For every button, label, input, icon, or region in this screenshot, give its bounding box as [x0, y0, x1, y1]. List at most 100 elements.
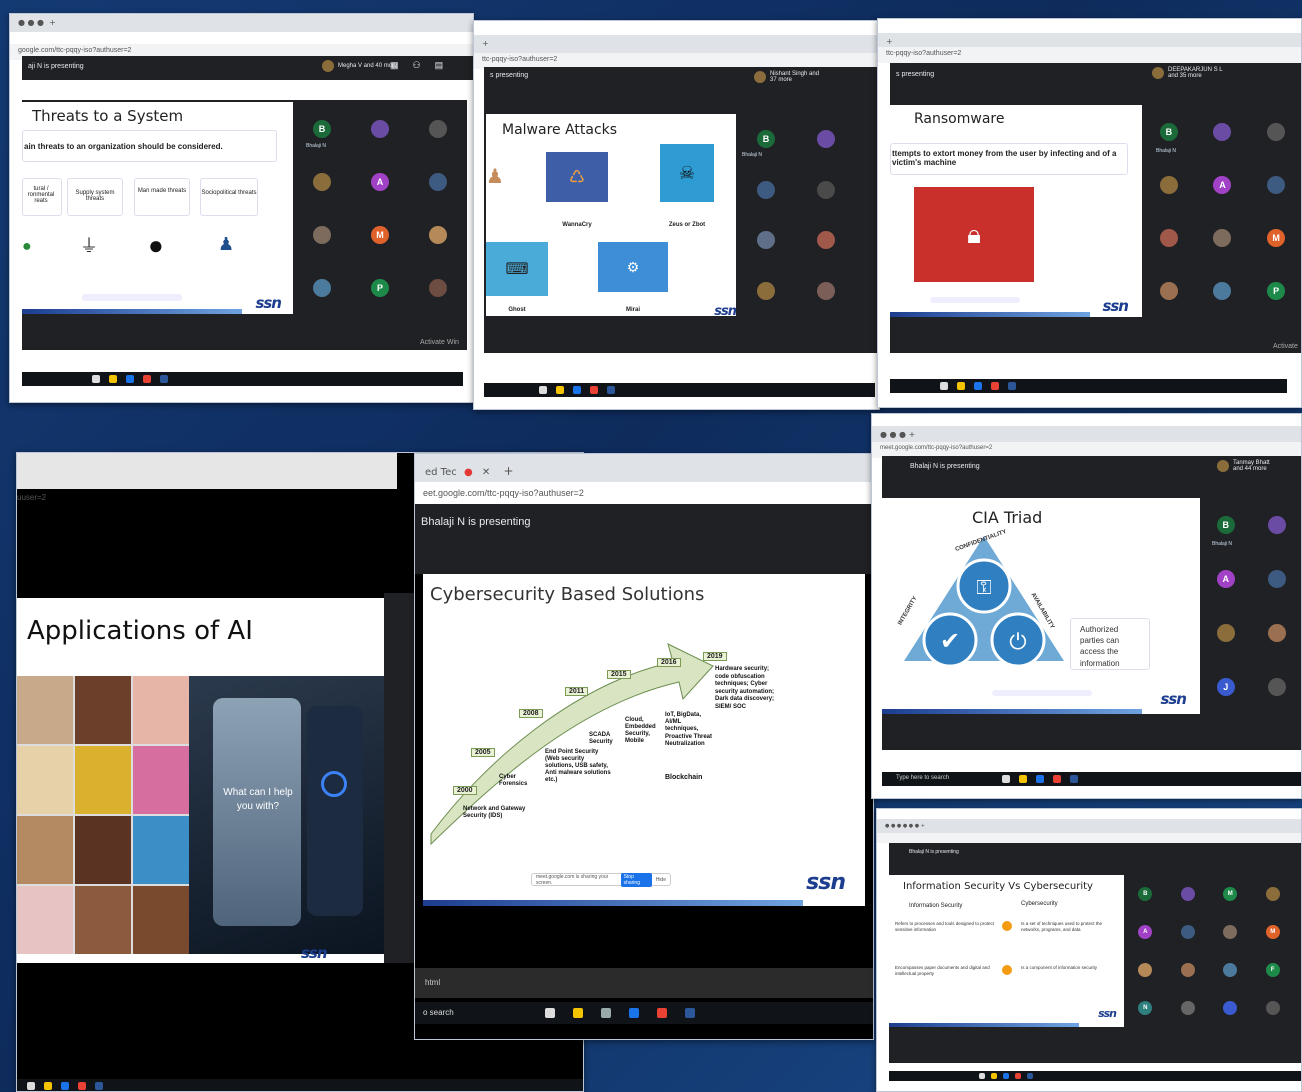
row-cell: Is a component of information security [1021, 965, 1098, 970]
participant-avatar[interactable] [429, 119, 447, 138]
screenshot-malware: + ttc-pqqy-iso?authuser=2 s presenting N… [473, 20, 880, 410]
participant-p-avatar[interactable]: P [1267, 281, 1286, 300]
tab-title[interactable]: ed Tec [425, 467, 457, 478]
participant-p-avatar[interactable]: P [371, 278, 389, 297]
timeline-item: IoT, BigData, AI/ML techniques, Proactiv… [665, 712, 713, 747]
participant-avatar[interactable] [1268, 624, 1287, 642]
participant-a-avatar[interactable]: A [1216, 570, 1235, 588]
screenshot-cybersecurity-solutions: ed Tec ● ✕ + eet.google.com/ttc-pqqy-iso… [414, 453, 874, 1040]
participant-avatar[interactable] [1223, 1001, 1238, 1015]
participant-m-avatar[interactable]: M [371, 225, 389, 244]
participant-m-avatar[interactable]: M [1223, 887, 1238, 901]
participant-avatar[interactable] [371, 119, 389, 138]
taskbar [484, 383, 875, 397]
participant-avatar[interactable] [1159, 228, 1178, 247]
participant-avatar[interactable] [1213, 281, 1232, 300]
participant-avatar[interactable] [757, 180, 775, 199]
participant-b-avatar[interactable]: B [1159, 122, 1178, 141]
participant-avatar[interactable] [817, 180, 835, 199]
slide-title: CIA Triad [972, 508, 1043, 527]
participant-avatar[interactable] [1180, 887, 1195, 901]
participant-avatar[interactable] [429, 172, 447, 191]
browser-tabbar[interactable]: ● ● ● + [10, 14, 473, 32]
participant-avatar[interactable] [1159, 281, 1178, 300]
participant-avatar[interactable] [313, 278, 331, 297]
participant-b-avatar[interactable]: B [1216, 516, 1235, 534]
address-bar[interactable]: uuser=2 [17, 493, 46, 502]
participant-avatar[interactable] [1213, 228, 1232, 247]
browser-tabbar[interactable]: ed Tec ● ✕ + [415, 454, 873, 482]
participant-avatar[interactable] [1267, 175, 1286, 194]
participant-f-avatar[interactable]: F [1265, 963, 1280, 977]
close-tab-icon[interactable]: ✕ [482, 467, 490, 478]
participant-b-avatar[interactable]: B [1138, 887, 1153, 901]
participant-avatar[interactable] [429, 225, 447, 244]
participant-avatar[interactable] [1180, 963, 1195, 977]
participant-a-avatar[interactable]: A [1138, 925, 1153, 939]
participant-avatar[interactable] [1138, 963, 1153, 977]
timeline-year: 2008 [519, 709, 543, 718]
participant-avatar[interactable] [817, 281, 835, 300]
participant-avatar[interactable] [313, 225, 331, 244]
svg-text:⏻: ⏻ [1009, 629, 1026, 654]
participant-m-avatar[interactable]: M [1267, 228, 1286, 247]
slide-title: Ransomware [914, 111, 1005, 127]
participant-avatar[interactable] [429, 278, 447, 297]
stop-sharing-button[interactable]: Stop sharing [620, 872, 652, 887]
participant-avatar[interactable] [1265, 887, 1280, 901]
participant-avatar[interactable] [1267, 122, 1286, 141]
participant-avatar[interactable] [1223, 925, 1238, 939]
participant-avatar[interactable] [313, 172, 331, 191]
participant-j-avatar[interactable]: J [1216, 678, 1235, 696]
search-box[interactable]: o search [423, 1008, 454, 1017]
timeline-item: Blockchain [665, 774, 703, 781]
participant-avatar[interactable] [1180, 1001, 1195, 1015]
participant-m-avatar[interactable]: M [1265, 925, 1280, 939]
participant-avatar[interactable] [1268, 678, 1287, 696]
participant-avatar[interactable] [1216, 624, 1235, 642]
timeline-year: 2019 [703, 652, 727, 661]
participant-avatar[interactable] [1213, 122, 1232, 141]
participant-b-avatar[interactable]: B [757, 130, 775, 149]
share-notice [82, 294, 182, 301]
address-bar[interactable]: eet.google.com/ttc-pqqy-iso?authuser=2 [415, 482, 873, 504]
callout-note: Authorized parties can access the inform… [1080, 625, 1120, 668]
address-bar[interactable]: ttc-pqqy-iso?authuser=2 [878, 47, 1301, 63]
participant-avatar[interactable] [817, 130, 835, 149]
slide: Threats to a System ain threats to an or… [22, 102, 293, 314]
slide-title: Threats to a System [32, 107, 184, 125]
participant-avatar[interactable] [1223, 963, 1238, 977]
chat-icon[interactable]: ▤ [435, 60, 444, 71]
group-icon[interactable]: ⚇ [413, 60, 421, 71]
participant-b-avatar[interactable]: B [313, 119, 331, 138]
browser-tabbar[interactable]: ● ● ● ● ● ● + [877, 819, 1301, 833]
download-item[interactable]: html [425, 978, 440, 987]
participant-avatar[interactable] [757, 231, 775, 250]
ssn-logo: ssn [1160, 690, 1187, 708]
people-icon[interactable]: ▦ [390, 60, 399, 71]
participant-a-avatar[interactable]: A [1213, 175, 1232, 194]
browser-tabbar[interactable]: + [474, 35, 879, 53]
participant-avatar[interactable] [1159, 175, 1178, 194]
participant-avatar[interactable] [1268, 570, 1287, 588]
address-bar[interactable] [877, 833, 1301, 843]
participant-avatar[interactable] [1268, 516, 1287, 534]
globe-icon: ● [22, 238, 32, 255]
malware-label: Mirai [625, 307, 640, 313]
search-box[interactable]: Type here to search [896, 775, 949, 781]
person-icon: ♟ [486, 166, 504, 188]
row-cell: Encompasses paper documents and digital … [895, 965, 990, 976]
participant-avatar[interactable] [757, 281, 775, 300]
participant-n-avatar[interactable]: N [1138, 1001, 1153, 1015]
activate-watermark: Activate Win [420, 339, 459, 346]
ransomware-image: 🔒︎ [914, 187, 1034, 282]
participant-a-avatar[interactable]: A [371, 172, 389, 191]
participant-avatar[interactable] [1265, 1001, 1280, 1015]
new-tab-icon[interactable]: + [503, 464, 513, 478]
ssn-logo: ssn [301, 944, 328, 962]
timeline-item: Network and Gateway Security (IDS) [463, 806, 526, 819]
slide-title: Malware Attacks [502, 122, 618, 138]
hide-button[interactable]: Hide [656, 877, 666, 883]
participant-avatar[interactable] [1180, 925, 1195, 939]
participant-avatar[interactable] [817, 231, 835, 250]
